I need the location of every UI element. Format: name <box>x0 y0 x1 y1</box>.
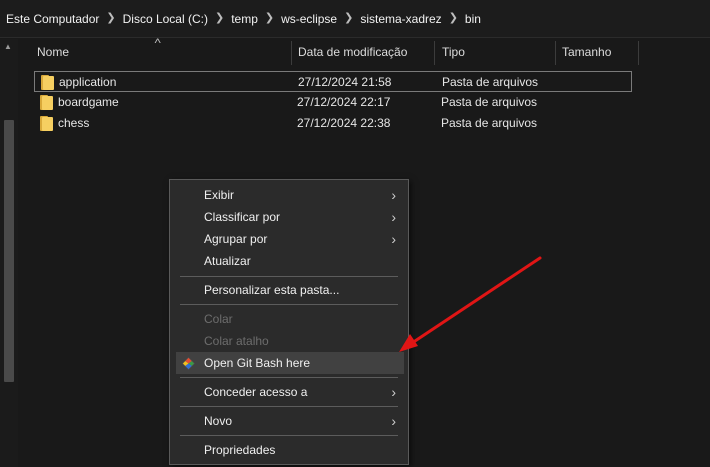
menu-item-label: Propriedades <box>204 443 276 457</box>
menu-item-conceder-acesso-a[interactable]: Conceder acesso a › <box>176 381 404 403</box>
scroll-up-icon[interactable]: ▲ <box>3 42 13 52</box>
file-type: Pasta de arquivos <box>441 116 538 130</box>
chevron-right-icon[interactable]: ❯ <box>106 11 115 24</box>
menu-item-novo[interactable]: Novo › <box>176 410 404 432</box>
breadcrumb-sistema-xadrez[interactable]: sistema-xadrez <box>360 12 441 26</box>
column-header-type[interactable]: Tipo <box>442 39 465 65</box>
annotation-arrow-shaft <box>410 256 542 345</box>
folder-icon <box>41 75 54 90</box>
git-icon <box>182 357 195 370</box>
menu-item-classificar-por[interactable]: Classificar por › <box>176 206 404 228</box>
menu-item-atualizar[interactable]: Atualizar <box>176 250 404 272</box>
file-type: Pasta de arquivos <box>442 75 539 89</box>
chevron-right-icon[interactable]: ❯ <box>265 11 274 24</box>
file-name: application <box>59 75 117 89</box>
menu-item-colar: Colar <box>176 308 404 330</box>
menu-item-propriedades[interactable]: Propriedades <box>176 439 404 461</box>
column-header-size[interactable]: Tamanho <box>562 39 611 65</box>
column-divider[interactable] <box>291 41 292 65</box>
column-header-modified[interactable]: Data de modificação <box>298 39 407 65</box>
chevron-right-icon: › <box>391 187 396 203</box>
menu-separator <box>180 406 398 407</box>
menu-separator <box>180 435 398 436</box>
chevron-right-icon: › <box>391 231 396 247</box>
menu-item-personalizar-esta-pasta[interactable]: Personalizar esta pasta... <box>176 279 404 301</box>
menu-item-agrupar-por[interactable]: Agrupar por › <box>176 228 404 250</box>
menu-separator <box>180 304 398 305</box>
chevron-right-icon[interactable]: ❯ <box>449 11 458 24</box>
file-name: boardgame <box>58 95 119 109</box>
file-modified: 27/12/2024 22:38 <box>297 116 391 130</box>
menu-item-label: Agrupar por <box>204 232 268 246</box>
breadcrumb-disco-local[interactable]: Disco Local (C:) <box>123 12 208 26</box>
breadcrumb-temp[interactable]: temp <box>231 12 258 26</box>
chevron-right-icon[interactable]: ❯ <box>344 11 353 24</box>
menu-item-open-git-bash-here[interactable]: Open Git Bash here <box>176 352 404 374</box>
folder-icon <box>40 116 53 131</box>
menu-item-exibir[interactable]: Exibir › <box>176 184 404 206</box>
file-row-chess[interactable]: chess 27/12/2024 22:38 Pasta de arquivos <box>34 113 632 134</box>
menu-item-label: Atualizar <box>204 254 251 268</box>
menu-item-label: Open Git Bash here <box>204 356 311 370</box>
column-divider[interactable] <box>434 41 435 65</box>
menu-item-label: Colar <box>204 312 233 326</box>
navigation-scrollbar-thumb[interactable] <box>4 120 14 382</box>
file-name: chess <box>58 116 90 130</box>
chevron-right-icon: › <box>391 209 396 225</box>
menu-item-colar-atalho: Colar atalho <box>176 330 404 352</box>
address-bar[interactable]: Este Computador ❯ Disco Local (C:) ❯ tem… <box>0 0 710 38</box>
chevron-right-icon: › <box>391 413 396 429</box>
menu-item-label: Novo <box>204 414 233 428</box>
file-row-application[interactable]: application 27/12/2024 21:58 Pasta de ar… <box>34 71 632 92</box>
breadcrumb-este-computador[interactable]: Este Computador <box>6 12 99 26</box>
context-menu: Exibir › Classificar por › Agrupar por ›… <box>169 179 409 465</box>
menu-item-label: Colar atalho <box>204 334 269 348</box>
file-modified: 27/12/2024 22:17 <box>297 95 391 109</box>
menu-separator <box>180 276 398 277</box>
menu-separator <box>180 377 398 378</box>
column-header-name[interactable]: Nome <box>37 39 69 65</box>
file-modified: 27/12/2024 21:58 <box>298 75 392 89</box>
menu-item-label: Conceder acesso a <box>204 385 308 399</box>
breadcrumb-bin[interactable]: bin <box>465 12 481 26</box>
chevron-right-icon[interactable]: ❯ <box>215 11 224 24</box>
breadcrumb-ws-eclipse[interactable]: ws-eclipse <box>281 12 337 26</box>
column-divider[interactable] <box>638 41 639 65</box>
file-row-boardgame[interactable]: boardgame 27/12/2024 22:17 Pasta de arqu… <box>34 92 632 113</box>
folder-icon <box>40 95 53 110</box>
menu-item-label: Personalizar esta pasta... <box>204 283 340 297</box>
file-type: Pasta de arquivos <box>441 95 538 109</box>
chevron-right-icon: › <box>391 384 396 400</box>
menu-item-label: Exibir <box>204 188 235 202</box>
column-header-row: Nome Data de modificação Tipo Tamanho <box>18 39 710 65</box>
menu-item-label: Classificar por <box>204 210 281 224</box>
column-divider[interactable] <box>555 41 556 65</box>
